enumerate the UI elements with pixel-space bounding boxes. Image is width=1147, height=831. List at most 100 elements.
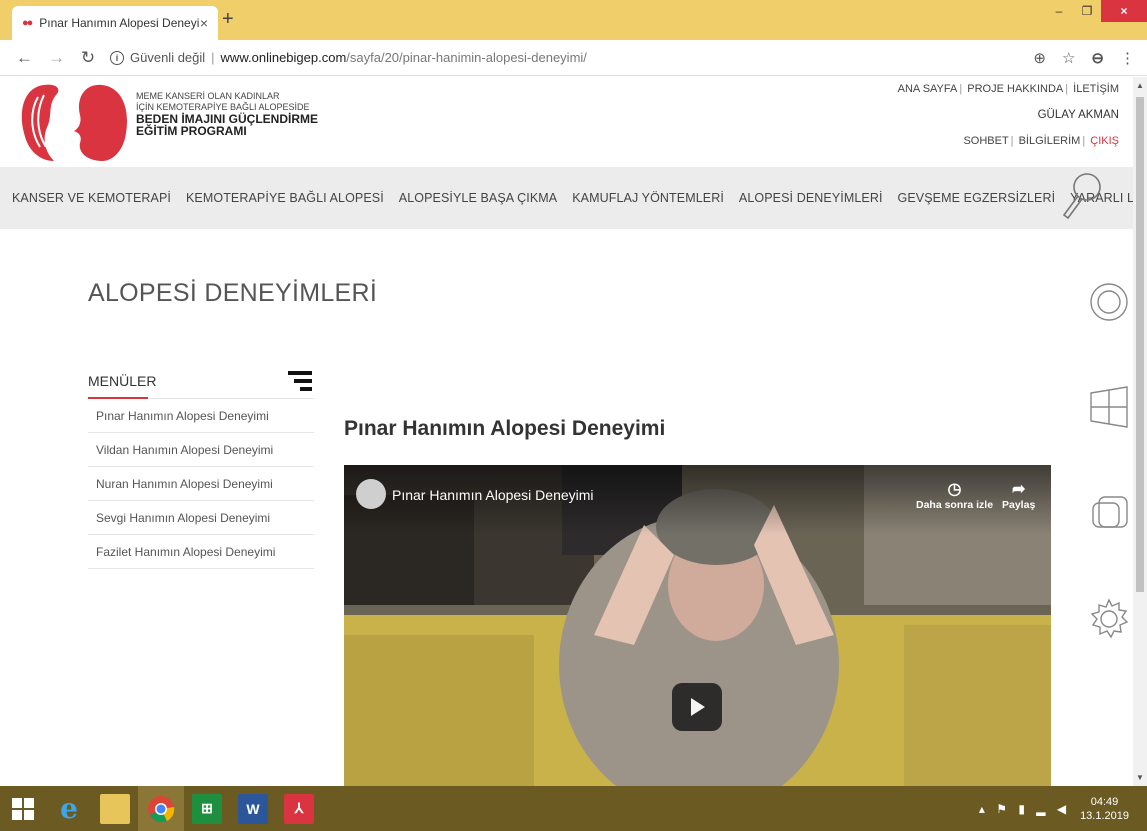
clock-date: 13.1.2019 <box>1080 809 1129 822</box>
content-title: Pınar Hanımın Alopesi Deneyimi <box>344 417 666 440</box>
menu-item[interactable]: KAMUFLAJ YÖNTEMLERİ <box>572 191 724 205</box>
sidebar-item[interactable]: Pınar Hanımın Alopesi Deneyimi <box>88 399 314 433</box>
chat-link[interactable]: SOHBET <box>963 135 1008 147</box>
sidebar-header: MENÜLER <box>88 363 314 399</box>
ie-icon: e <box>60 792 78 825</box>
tab-title: Pınar Hanımın Alopesi Deneyimi <box>39 16 200 30</box>
menu-item[interactable]: KEMOTERAPİYE BAĞLI ALOPESİ <box>186 191 384 205</box>
logo-line: MEME KANSERİ OLAN KADINLAR <box>136 91 280 101</box>
clock[interactable]: 04:49 13.1.2019 <box>1080 795 1129 823</box>
zoom-icon[interactable]: ⊕ <box>1033 49 1046 67</box>
taskbar: e ⊞ W ⅄ ▴ ⚑ ▮ ▂ ◀ 04:49 13.1.2019 <box>0 786 1147 831</box>
file-explorer-button[interactable] <box>92 786 138 831</box>
sidebar-menu: MENÜLER Pınar Hanımın Alopesi Deneyimi V… <box>88 363 314 569</box>
close-window-button[interactable]: × <box>1101 0 1147 22</box>
page-viewport: MEME KANSERİ OLAN KADINLAR İÇİN KEMOTERA… <box>0 77 1147 786</box>
url-path: /sayfa/20/pinar-hanimin-alopesi-deneyimi… <box>346 50 587 65</box>
tray-icons[interactable]: ▴ ⚑ ▮ ▂ ◀ <box>979 802 1070 816</box>
menu-item[interactable]: KANSER VE KEMOTERAPİ <box>12 191 171 205</box>
share-icon: ➦ <box>1011 481 1026 498</box>
new-tab-button[interactable]: + <box>222 8 234 31</box>
video-player[interactable]: Pınar Hanımın Alopesi Deneyimi ◷ Daha so… <box>344 465 1051 786</box>
main-menu: KANSER VE KEMOTERAPİ KEMOTERAPİYE BAĞLI … <box>0 167 1147 229</box>
channel-avatar[interactable] <box>356 479 386 509</box>
system-tray: ▴ ⚑ ▮ ▂ ◀ 04:49 13.1.2019 <box>979 786 1147 831</box>
store-button[interactable]: ⊞ <box>184 786 230 831</box>
sidebar-heading: MENÜLER <box>88 372 157 389</box>
start-button[interactable] <box>0 786 46 831</box>
menu-toggle-icon[interactable] <box>286 369 314 393</box>
forward-arrow-icon[interactable]: → <box>48 48 65 68</box>
active-underline <box>88 397 148 399</box>
sidebar-item[interactable]: Nuran Hanımın Alopesi Deneyimi <box>88 467 314 501</box>
window-controls: – ❐ × <box>1045 0 1147 22</box>
logout-link[interactable]: ÇIKIŞ <box>1090 135 1119 147</box>
nav-link-home[interactable]: ANA SAYFA <box>898 83 958 95</box>
security-status: Güvenli değil <box>130 50 206 65</box>
browser-title-bar: ●● Pınar Hanımın Alopesi Deneyimi × + – … <box>0 0 1147 40</box>
url-host: www.onlinebigep.com <box>220 50 347 65</box>
play-button[interactable] <box>672 683 722 731</box>
internet-explorer-button[interactable]: e <box>46 786 92 831</box>
bookmark-star-icon[interactable]: ☆ <box>1062 49 1075 67</box>
info-icon[interactable]: i <box>110 50 124 65</box>
word-icon: W <box>238 793 268 824</box>
logo-line: EĞİTİM PROGRAMI <box>136 124 247 138</box>
share-label: Paylaş <box>1002 499 1036 511</box>
my-info-link[interactable]: BİLGİLERİM <box>1019 135 1081 147</box>
address-bar: ← → ↻ i Güvenli değil | www.onlinebigep.… <box>0 40 1147 76</box>
profile-icon[interactable]: ⊖ <box>1091 49 1104 67</box>
windows-logo-icon <box>12 797 34 820</box>
reload-icon[interactable]: ↻ <box>80 48 96 68</box>
nav-link-about[interactable]: PROJE HAKKINDA <box>967 83 1063 95</box>
sidebar-item[interactable]: Sevgi Hanımın Alopesi Deneyimi <box>88 501 314 535</box>
menu-dots-icon[interactable]: ⋮ <box>1120 49 1135 67</box>
folder-icon <box>100 793 130 824</box>
menu-item[interactable]: ALOPESİYLE BAŞA ÇIKMA <box>399 191 557 205</box>
word-button[interactable]: W <box>230 786 276 831</box>
restore-button[interactable]: ❐ <box>1073 0 1101 22</box>
search-icon[interactable] <box>1059 171 1105 221</box>
url-divider: | <box>211 50 215 65</box>
charm-ring-icon[interactable] <box>1087 280 1131 324</box>
page-scrollbar[interactable]: ▲ ▼ <box>1133 77 1147 786</box>
sidebar-list: Pınar Hanımın Alopesi Deneyimi Vildan Ha… <box>88 399 314 569</box>
clock-icon: ◷ <box>947 481 962 498</box>
chrome-icon <box>148 795 175 822</box>
menu-item[interactable]: ALOPESİ DENEYİMLERİ <box>739 191 883 205</box>
video-title[interactable]: Pınar Hanımın Alopesi Deneyimi <box>392 487 594 503</box>
scroll-up-icon[interactable]: ▲ <box>1136 81 1144 90</box>
back-arrow-icon[interactable]: ← <box>16 48 33 68</box>
windows-start-icon[interactable] <box>1087 385 1131 429</box>
page-title: ALOPESİ DENEYİMLERİ <box>88 279 378 307</box>
link-divider: | <box>1082 135 1086 147</box>
watch-later-label: Daha sonra izle <box>916 499 994 511</box>
menu-item[interactable]: GEVŞEME EGZERSİZLERİ <box>898 191 1056 205</box>
share-button[interactable]: ➦ Paylaş <box>1002 479 1035 511</box>
sidebar-item[interactable]: Fazilet Hanımın Alopesi Deneyimi <box>88 535 314 569</box>
tab-close-icon[interactable]: × <box>200 15 208 31</box>
watch-later-button[interactable]: ◷ Daha sonra izle <box>916 479 993 511</box>
site-favicon-icon: ●● <box>22 17 33 29</box>
settings-gear-icon[interactable] <box>1087 597 1131 641</box>
store-icon: ⊞ <box>192 793 222 824</box>
acrobat-button[interactable]: ⅄ <box>276 786 322 831</box>
link-divider: | <box>959 83 963 95</box>
link-divider: | <box>1010 135 1014 147</box>
sidebar-item[interactable]: Vildan Hanımın Alopesi Deneyimi <box>88 433 314 467</box>
chrome-button[interactable] <box>138 786 184 831</box>
nav-link-contact[interactable]: İLETİŞİM <box>1073 83 1119 95</box>
top-navigation: ANA SAYFA | PROJE HAKKINDA | İLETİŞİM GÜLA… <box>898 83 1119 161</box>
acrobat-icon: ⅄ <box>284 793 314 824</box>
logo-text: MEME KANSERİ OLAN KADINLAR İÇİN KEMOTERA… <box>136 91 318 137</box>
devices-icon[interactable] <box>1087 493 1131 537</box>
minimize-button[interactable]: – <box>1045 0 1073 22</box>
clock-time: 04:49 <box>1090 795 1119 808</box>
scroll-down-icon[interactable]: ▼ <box>1136 773 1144 782</box>
url-field[interactable]: i Güvenli değil | www.onlinebigep.com /s… <box>110 50 1033 65</box>
logo-icon[interactable] <box>18 81 134 163</box>
scroll-thumb[interactable] <box>1136 97 1144 592</box>
browser-tab[interactable]: ●● Pınar Hanımın Alopesi Deneyimi × <box>12 6 218 40</box>
user-name: GÜLAY AKMAN <box>1037 109 1119 121</box>
link-divider: | <box>1065 83 1069 95</box>
